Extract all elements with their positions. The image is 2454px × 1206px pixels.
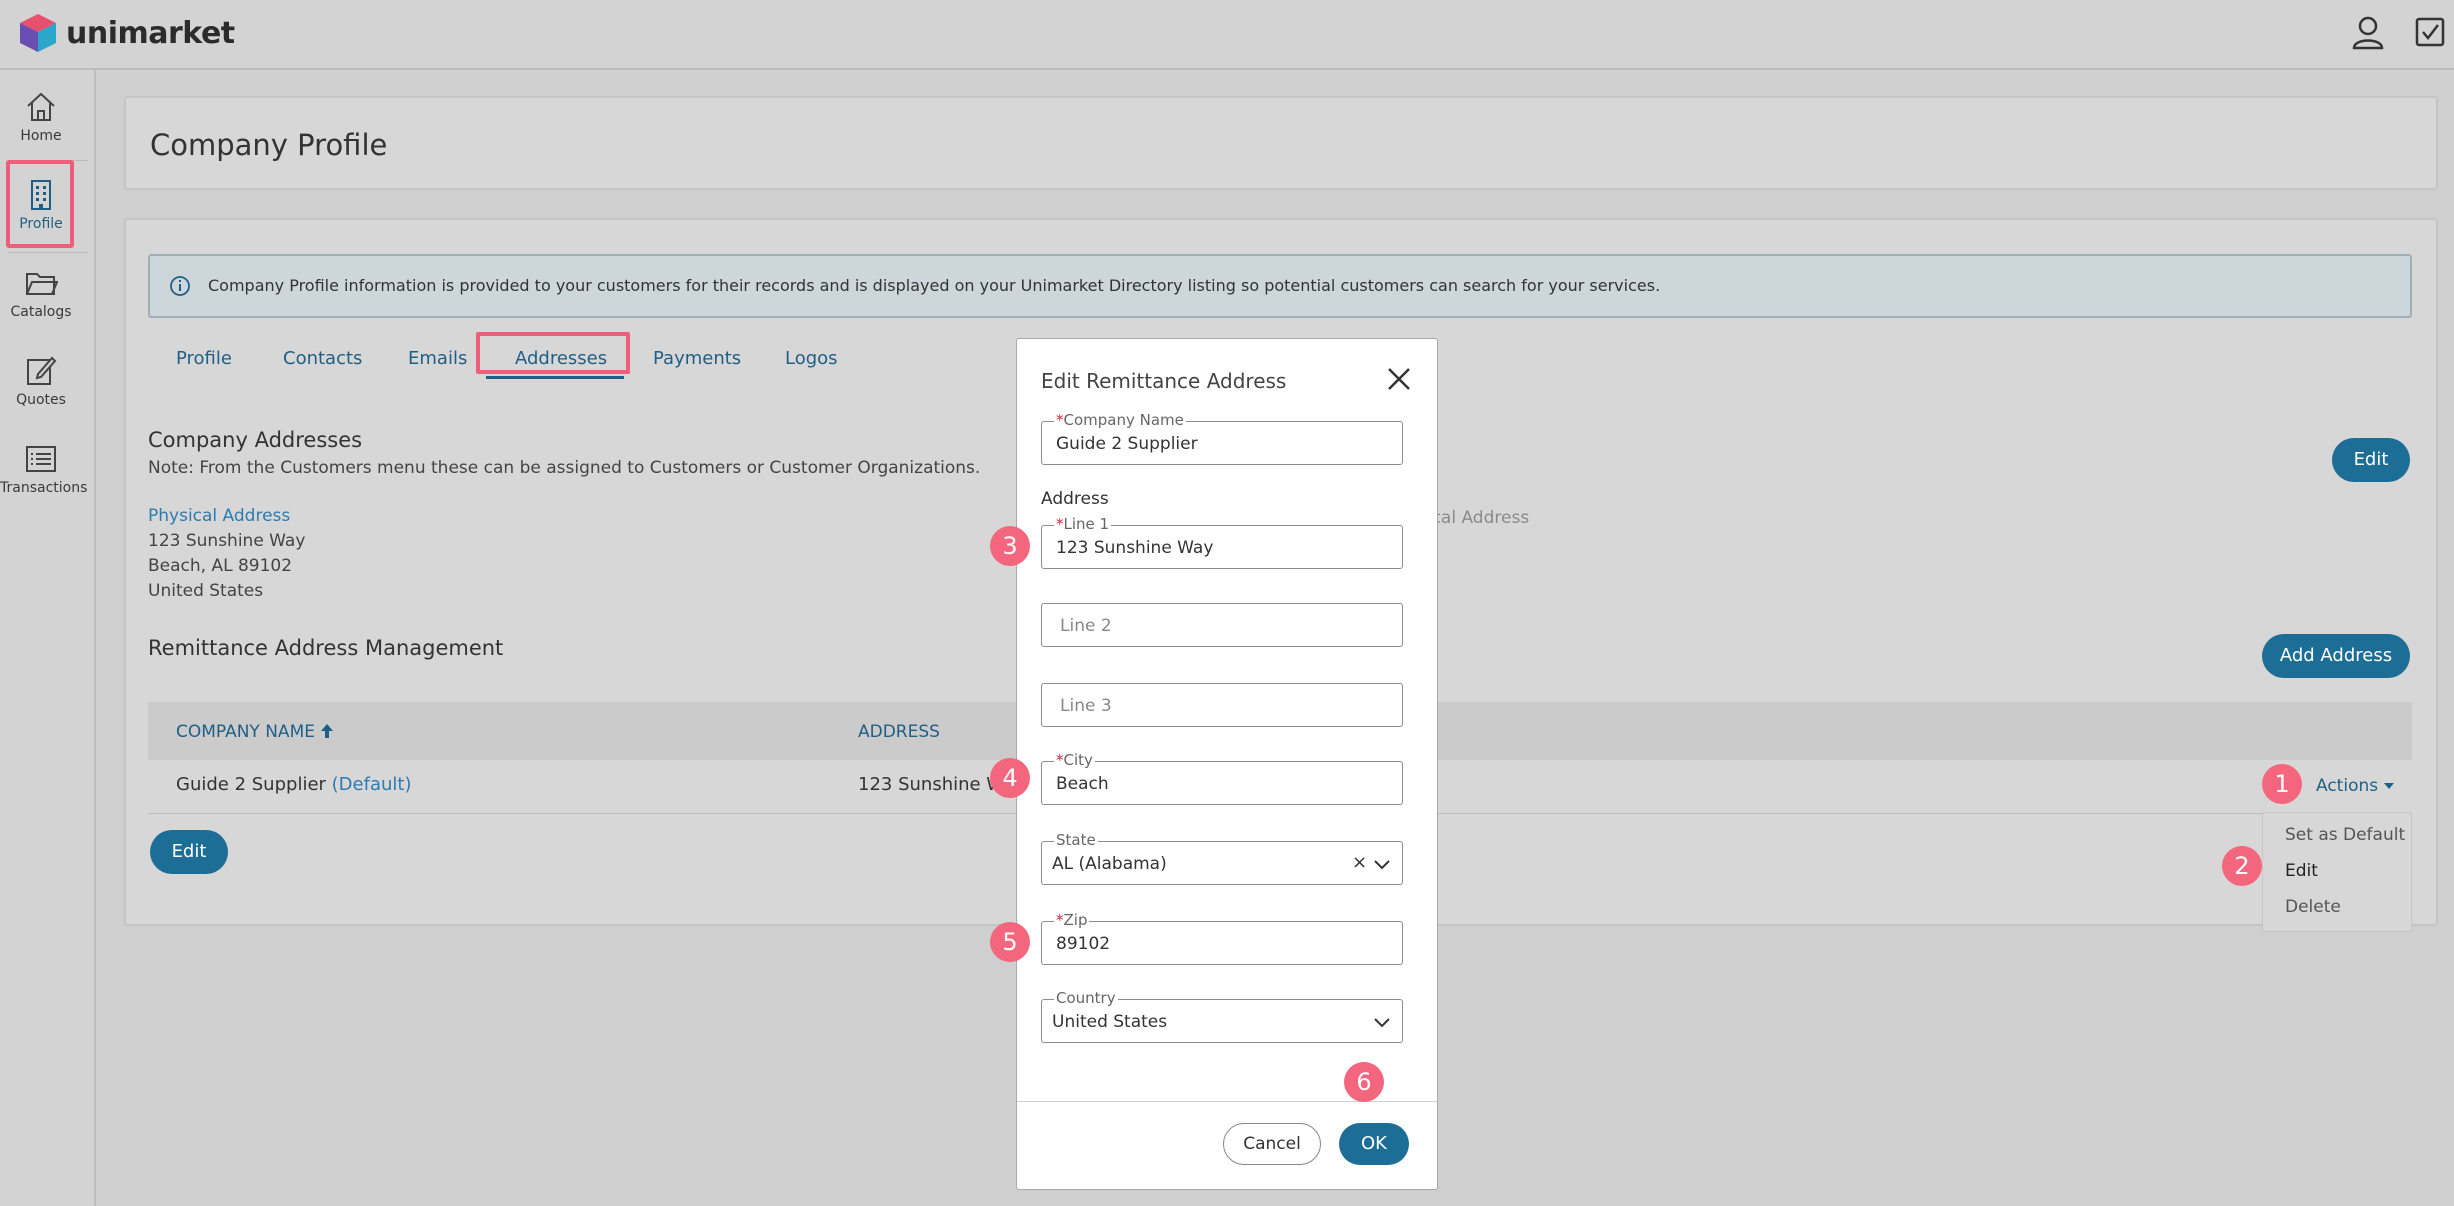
address-line: 123 Sunshine Way — [148, 531, 306, 551]
default-tag: (Default) — [331, 774, 412, 795]
clear-icon[interactable]: × — [1352, 852, 1367, 873]
physical-address-label: Physical Address — [148, 506, 291, 526]
active-tab-indicator — [486, 376, 624, 379]
step-badge: 6 — [1344, 1062, 1384, 1102]
step-badge: 4 — [990, 758, 1030, 798]
menu-item-set-default[interactable]: Set as Default — [2285, 825, 2405, 845]
zip-field[interactable]: *Zip 89102 — [1041, 912, 1403, 965]
addresses-highlight-box — [476, 332, 630, 374]
physical-address-block: Physical Address 123 Sunshine Way Beach,… — [148, 504, 305, 604]
tab-profile[interactable]: Profile — [176, 348, 232, 369]
profile-highlight-box — [6, 160, 74, 248]
cancel-button[interactable]: Cancel — [1223, 1123, 1321, 1165]
user-icon[interactable] — [2350, 14, 2386, 50]
company-addresses-title: Company Addresses — [148, 428, 363, 452]
address-section-label: Address — [1041, 489, 1109, 509]
step-badge: 1 — [2262, 764, 2302, 804]
field-value: Beach — [1056, 774, 1109, 794]
logo[interactable]: unimarket — [18, 12, 235, 54]
sidebar-item-quotes[interactable]: Quotes — [0, 344, 82, 424]
field-label: *Company Name — [1054, 411, 1186, 429]
list-icon — [26, 446, 56, 472]
field-value: AL (Alabama) — [1052, 854, 1167, 874]
address-line: United States — [148, 581, 264, 601]
close-icon[interactable] — [1385, 365, 1413, 393]
company-name: Guide 2 Supplier — [176, 774, 326, 795]
line3-field[interactable]: Line 3 — [1041, 683, 1403, 727]
step-badge: 3 — [990, 526, 1030, 566]
actions-dropdown[interactable]: Actions — [2316, 776, 2394, 796]
tab-contacts[interactable]: Contacts — [283, 348, 362, 369]
column-company-name[interactable]: COMPANY NAME — [176, 722, 334, 742]
chevron-down-icon[interactable] — [1372, 854, 1392, 874]
field-label: Country — [1054, 989, 1118, 1007]
edit-remittance-dialog: Edit Remittance Address *Company Name Gu… — [1016, 338, 1438, 1190]
tab-logos[interactable]: Logos — [785, 348, 838, 369]
tab-emails[interactable]: Emails — [408, 348, 467, 369]
sidebar-item-label: Home — [20, 128, 62, 144]
country-select[interactable]: Country United States — [1041, 990, 1403, 1043]
page-header-card: Company Profile — [124, 96, 2438, 190]
sidebar-item-label: Quotes — [16, 392, 66, 408]
unimarket-logo-icon — [20, 14, 56, 52]
menu-item-delete[interactable]: Delete — [2285, 897, 2341, 917]
field-placeholder: Line 3 — [1060, 696, 1112, 716]
folder-icon — [26, 273, 58, 295]
column-label: COMPANY NAME — [176, 722, 315, 742]
tab-payments[interactable]: Payments — [653, 348, 741, 369]
company-cell: Guide 2 Supplier (Default) — [176, 774, 411, 795]
sidebar-item-transactions[interactable]: Transactions — [0, 432, 88, 512]
field-label: *Line 1 — [1054, 515, 1112, 533]
edit-remittance-button[interactable]: Edit — [150, 830, 228, 874]
tasks-checkbox-icon[interactable] — [2414, 16, 2446, 48]
step-badge: 5 — [990, 922, 1030, 962]
caret-down-icon — [2383, 783, 2394, 789]
actions-label: Actions — [2316, 776, 2379, 796]
line1-field[interactable]: *Line 1 123 Sunshine Way — [1041, 516, 1403, 569]
remittance-title: Remittance Address Management — [148, 636, 504, 660]
column-address[interactable]: ADDRESS — [858, 722, 940, 742]
field-value: 123 Sunshine Way — [1056, 538, 1214, 558]
dialog-title: Edit Remittance Address — [1041, 369, 1287, 393]
step-badge: 2 — [2222, 846, 2262, 886]
top-bar: unimarket — [0, 0, 2454, 70]
ok-button[interactable]: OK — [1339, 1123, 1409, 1165]
info-text: Company Profile information is provided … — [208, 276, 1661, 295]
actions-menu: Set as Default Edit Delete — [2262, 812, 2412, 932]
sidebar-item-label: Transactions — [0, 480, 88, 496]
edit-company-addresses-button[interactable]: Edit — [2332, 438, 2410, 482]
sidebar-item-label: Catalogs — [10, 304, 72, 320]
sidebar-item-home[interactable]: Home — [0, 80, 82, 160]
divider — [8, 252, 88, 253]
state-select[interactable]: State AL (Alabama) × — [1041, 832, 1403, 885]
arrow-up-icon — [321, 724, 334, 738]
field-label: State — [1054, 831, 1098, 849]
field-value: 89102 — [1056, 934, 1111, 954]
field-value: United States — [1052, 1012, 1168, 1032]
field-placeholder: Line 2 — [1060, 616, 1112, 636]
home-icon — [27, 92, 55, 121]
divider — [1017, 1101, 1437, 1102]
brand-name: unimarket — [66, 15, 235, 51]
add-address-button[interactable]: Add Address — [2262, 634, 2410, 678]
field-value: Guide 2 Supplier — [1056, 434, 1198, 454]
company-name-field[interactable]: *Company Name Guide 2 Supplier — [1041, 412, 1403, 465]
line2-field[interactable]: Line 2 — [1041, 603, 1403, 647]
menu-item-edit[interactable]: Edit — [2285, 861, 2318, 881]
field-label: *Zip — [1054, 911, 1090, 929]
address-line: Beach, AL 89102 — [148, 556, 293, 576]
chevron-down-icon[interactable] — [1372, 1012, 1392, 1032]
info-banner: Company Profile information is provided … — [148, 254, 2412, 318]
info-icon — [170, 276, 190, 296]
sidebar: Home Profile Catalogs Quotes Transaction… — [0, 70, 96, 1206]
company-addresses-note: Note: From the Customers menu these can … — [148, 458, 981, 478]
edit-icon — [27, 356, 57, 385]
field-label: *City — [1054, 751, 1095, 769]
page-title: Company Profile — [150, 128, 388, 162]
city-field[interactable]: *City Beach — [1041, 752, 1403, 805]
sidebar-item-catalogs[interactable]: Catalogs — [0, 256, 82, 336]
